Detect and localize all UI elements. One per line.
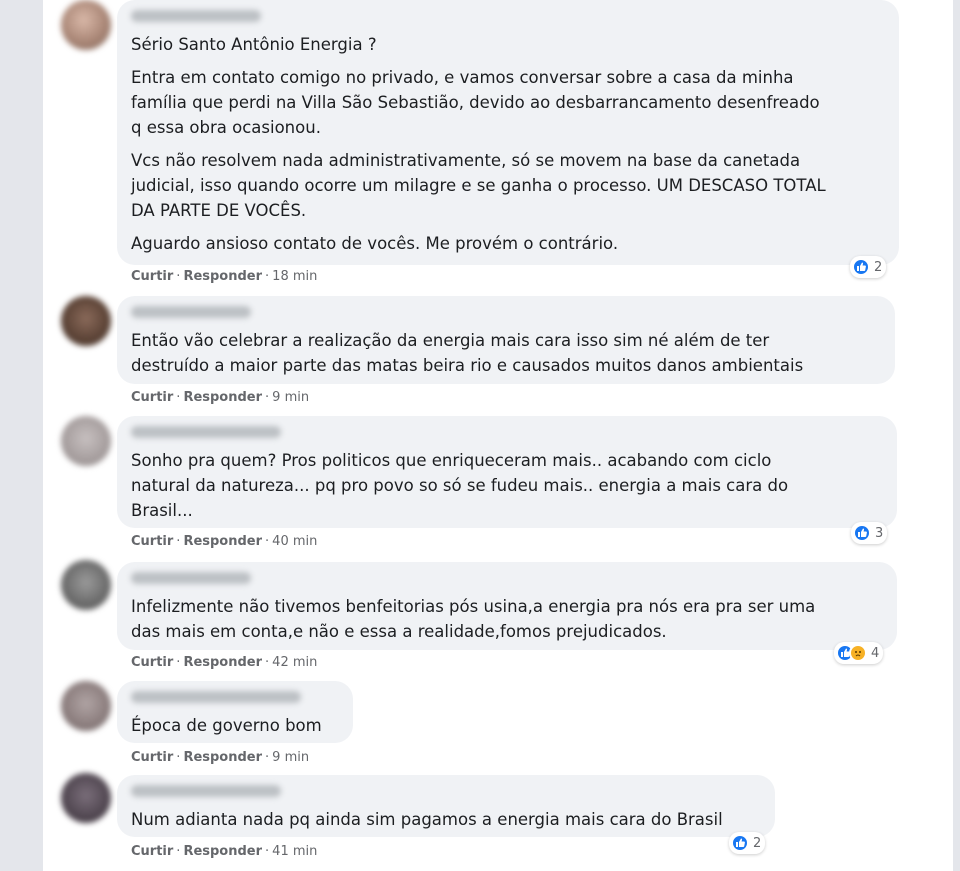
- reaction-summary[interactable]: 4: [834, 642, 884, 664]
- reaction-count: 3: [875, 525, 884, 541]
- reaction-count: 2: [753, 835, 762, 851]
- timestamp[interactable]: 9 min: [272, 390, 309, 405]
- comment-text: Num adianta nada pq ainda sim pagamos a …: [131, 810, 723, 829]
- comment-text: Então vão celebrar a realização da energ…: [131, 331, 804, 375]
- avatar[interactable]: [61, 416, 111, 466]
- reply-link[interactable]: Responder: [183, 534, 262, 549]
- reply-link[interactable]: Responder: [183, 269, 262, 284]
- comment-bubble: Sério Santo Antônio Energia ? Entra em c…: [117, 0, 899, 265]
- reaction-summary[interactable]: 2: [850, 256, 887, 278]
- comment-text: Sério Santo Antônio Energia ?: [131, 35, 377, 54]
- like-link[interactable]: Curtir: [131, 750, 173, 765]
- like-icon: [852, 258, 870, 276]
- reply-link[interactable]: Responder: [183, 655, 262, 670]
- avatar[interactable]: [61, 681, 111, 731]
- comment-text: Entra em contato comigo no privado, e va…: [131, 68, 820, 137]
- comment-bubble: Num adianta nada pq ainda sim pagamos a …: [117, 775, 775, 837]
- like-link[interactable]: Curtir: [131, 534, 173, 549]
- comment-text: Aguardo ansioso contato de vocês. Me pro…: [131, 234, 619, 253]
- reply-link[interactable]: Responder: [183, 750, 262, 765]
- author-name-redacted[interactable]: [131, 10, 261, 22]
- avatar[interactable]: [61, 560, 111, 610]
- comment-text: Sonho pra quem? Pros politicos que enriq…: [131, 451, 789, 520]
- reaction-summary[interactable]: 3: [851, 522, 888, 544]
- timestamp[interactable]: 42 min: [272, 655, 317, 670]
- like-icon: [853, 524, 871, 542]
- comments-feed: Sério Santo Antônio Energia ? Entra em c…: [43, 0, 953, 871]
- like-link[interactable]: Curtir: [131, 269, 173, 284]
- comment-actions: Curtir · Responder · 18 min: [131, 269, 318, 284]
- avatar[interactable]: [61, 296, 111, 346]
- reaction-summary[interactable]: 2: [729, 832, 766, 854]
- comment-bubble: Época de governo bom: [117, 681, 353, 743]
- avatar[interactable]: [61, 773, 111, 823]
- sad-icon: [849, 644, 867, 662]
- avatar[interactable]: [61, 0, 111, 50]
- reply-link[interactable]: Responder: [183, 390, 262, 405]
- comment-text: Época de governo bom: [131, 716, 322, 735]
- comment-actions: Curtir · Responder · 40 min: [131, 534, 318, 549]
- like-link[interactable]: Curtir: [131, 655, 173, 670]
- author-name-redacted[interactable]: [131, 426, 281, 438]
- author-name-redacted[interactable]: [131, 691, 301, 703]
- author-name-redacted[interactable]: [131, 306, 251, 318]
- timestamp[interactable]: 41 min: [272, 844, 317, 859]
- author-name-redacted[interactable]: [131, 785, 281, 797]
- reaction-count: 4: [871, 645, 880, 661]
- comment-bubble: Sonho pra quem? Pros politicos que enriq…: [117, 416, 897, 528]
- reply-link[interactable]: Responder: [183, 844, 262, 859]
- timestamp[interactable]: 9 min: [272, 750, 309, 765]
- comment-actions: Curtir · Responder · 9 min: [131, 390, 310, 405]
- comment-bubble: Então vão celebrar a realização da energ…: [117, 296, 895, 384]
- comment-text: Vcs não resolvem nada administrativament…: [131, 151, 826, 220]
- comment-actions: Curtir · Responder · 9 min: [131, 750, 310, 765]
- comment-text: Infelizmente não tivemos benfeitorias pó…: [131, 597, 816, 641]
- comment-bubble: Infelizmente não tivemos benfeitorias pó…: [117, 562, 897, 650]
- like-link[interactable]: Curtir: [131, 844, 173, 859]
- timestamp[interactable]: 40 min: [272, 534, 317, 549]
- author-name-redacted[interactable]: [131, 572, 251, 584]
- like-link[interactable]: Curtir: [131, 390, 173, 405]
- comment-actions: Curtir · Responder · 42 min: [131, 655, 318, 670]
- like-icon: [731, 834, 749, 852]
- comment-actions: Curtir · Responder · 41 min: [131, 844, 318, 859]
- timestamp[interactable]: 18 min: [272, 269, 317, 284]
- reaction-count: 2: [874, 259, 883, 275]
